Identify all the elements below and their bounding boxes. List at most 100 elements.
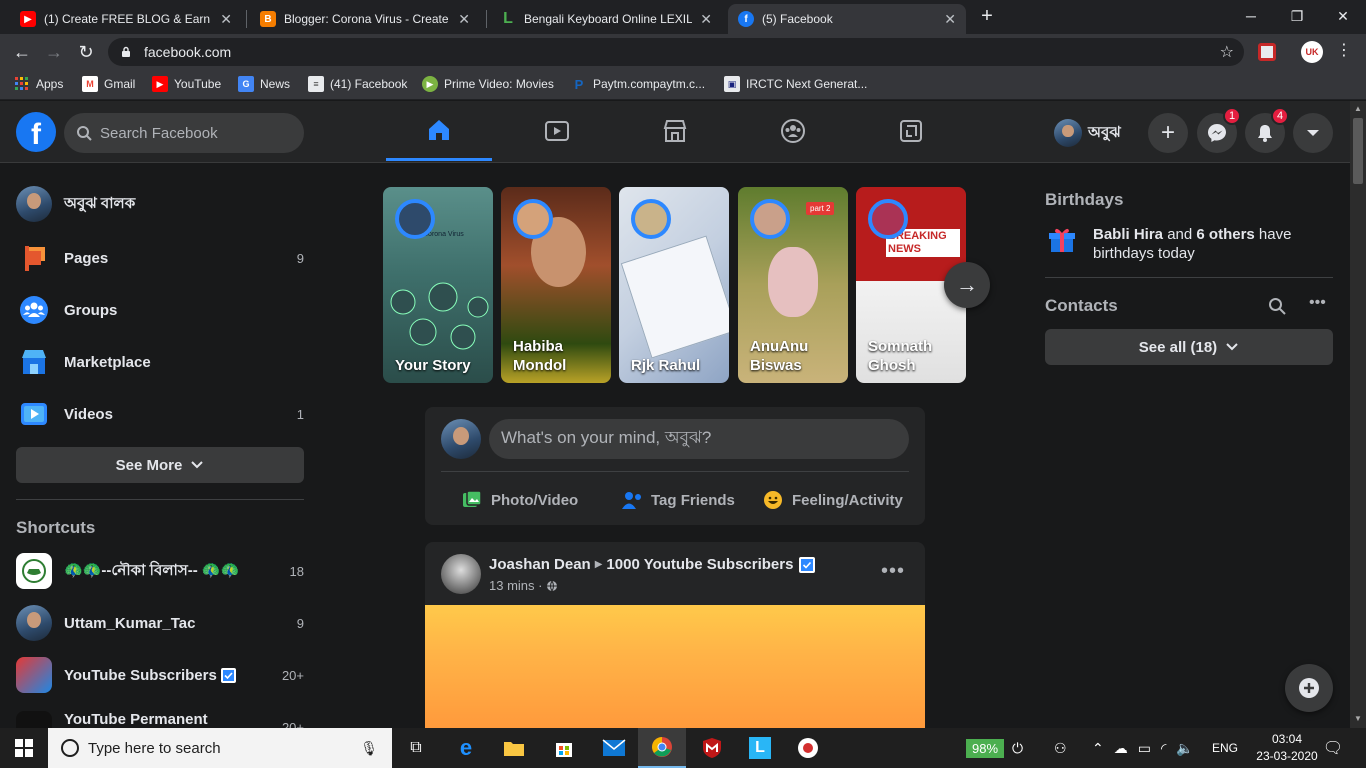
sidebar-item-videos[interactable]: Videos 1 [16,392,306,436]
search-icon[interactable] [1268,297,1286,320]
file-explorer-icon[interactable] [490,728,538,768]
people-icon[interactable]: ⚇ [1054,728,1067,768]
bookmark-prime-video[interactable]: ▶ Prime Video: Movies [422,76,554,92]
sidebar-item-groups[interactable]: Groups [16,288,306,332]
profile-shortcut[interactable]: অবুঝ [1054,119,1121,147]
cloud-icon[interactable]: ☁ [1114,740,1128,757]
bookmark-apps[interactable]: Apps [14,76,63,92]
account-menu-button[interactable] [1293,113,1333,153]
volume-icon[interactable]: 🔈 [1176,740,1193,757]
shortcut-count: 9 [296,615,304,631]
facebook-header: f Search Facebook অবুঝ + 1 4 [0,101,1350,163]
stories-next-button[interactable]: → [944,262,990,308]
task-view-icon[interactable]: ⧉ [392,728,440,768]
post-author[interactable]: Joashan Dean [489,556,591,573]
microphone-icon[interactable]: 🎙 [360,740,378,757]
wifi-icon[interactable]: ◜ [1161,740,1166,757]
shortcut-item[interactable]: Uttam_Kumar_Tac 9 [16,601,306,645]
action-center-icon[interactable]: 🗨 [1323,728,1343,768]
language-indicator[interactable]: ENG [1212,728,1238,768]
close-tab-icon[interactable]: ✕ [220,11,232,28]
browser-tab-facebook[interactable]: f (5) Facebook ✕ [728,4,966,34]
bookmark-star-icon[interactable]: ☆ [1220,42,1234,62]
close-tab-icon[interactable]: ✕ [700,11,712,28]
new-message-button[interactable] [1285,664,1333,712]
bookmark-youtube[interactable]: ▶ YouTube [152,76,221,92]
shortcut-item[interactable]: 🦚🦚--নৌকা বিলাস-- 🦚🦚 18 [16,549,306,593]
post-group[interactable]: 1000 Youtube Subscribers [606,556,793,573]
facebook-search-input[interactable]: Search Facebook [64,113,304,153]
chrome-menu-icon[interactable]: ⋮ [1336,40,1352,60]
browser-tab-youtube[interactable]: ▶ (1) Create FREE BLOG & Earn Mo ✕ [10,4,242,34]
sidebar-item-marketplace[interactable]: Marketplace [16,340,306,384]
post-options-icon[interactable]: ••• [881,560,905,583]
feeling-activity-button[interactable]: Feeling/Activity [762,483,903,517]
store-icon[interactable] [540,728,588,768]
clock[interactable]: 03:04 23-03-2020 [1252,731,1322,765]
post-image[interactable] [425,605,925,728]
shortcut-item[interactable]: YouTube Permanent 20+ [16,705,306,728]
minimize-icon[interactable]: ─ [1228,0,1274,32]
scrollbar-thumb[interactable] [1353,118,1363,184]
create-plus-button[interactable]: + [1148,113,1188,153]
back-icon[interactable]: ← [6,34,38,70]
whats-on-your-mind-input[interactable]: What's on your mind, অবুঝ? [489,419,909,459]
nav-groups[interactable] [740,101,846,161]
see-all-contacts-button[interactable]: See all (18) [1045,329,1333,365]
bookmark-gmail[interactable]: M Gmail [82,76,135,92]
nav-watch[interactable] [504,101,610,161]
edge-icon[interactable]: e [442,728,490,768]
scroll-down-icon[interactable]: ▼ [1354,714,1362,723]
restore-icon[interactable]: ❐ [1274,0,1320,32]
new-tab-button[interactable]: + [966,0,1008,32]
profile-avatar[interactable]: UK [1301,41,1323,63]
close-tab-icon[interactable]: ✕ [458,11,470,28]
shortcut-item[interactable]: YouTube Subscribers 20+ [16,653,306,697]
page-scrollbar[interactable] [1350,101,1366,728]
shortcut-label: YouTube Permanent [64,711,208,728]
photo-video-button[interactable]: Photo/Video [461,483,578,517]
nav-gaming[interactable] [858,101,964,161]
home-icon [429,119,449,140]
notifications-button[interactable]: 4 [1245,107,1289,153]
bookmark-irctc[interactable]: ▣ IRCTC Next Generat... [724,76,867,92]
taskbar-search-input[interactable]: Type here to search 🎙 [48,728,392,768]
facebook-logo[interactable]: f [16,112,56,152]
tag-friends-button[interactable]: Tag Friends [621,483,735,517]
forward-icon[interactable]: → [38,34,70,70]
chrome-icon[interactable] [638,728,686,768]
story-card[interactable]: Habiba Mondol [501,187,611,383]
mcafee-icon[interactable] [688,728,736,768]
browser-tab-blogger[interactable]: B Blogger: Corona Virus - Create p ✕ [250,4,480,34]
chevron-up-icon[interactable]: ⌃ [1092,740,1104,757]
battery-icon[interactable]: ▭ [1138,740,1151,757]
nav-home[interactable] [386,101,492,161]
bookmark-news[interactable]: G News [238,76,290,92]
bookmark-facebook[interactable]: ≡ (41) Facebook [308,76,407,92]
sidebar-item-pages[interactable]: Pages 9 [16,236,306,280]
address-bar[interactable]: facebook.com ☆ [108,38,1244,66]
lexilogos-app-icon[interactable]: L [736,728,784,768]
bookmark-paytm[interactable]: P Paytm.compaytm.c... [571,76,705,92]
battery-indicator[interactable]: 98% ⏻ [966,728,1023,768]
story-card[interactable]: part 2 AnuAnu Biswas [738,187,848,383]
record-icon[interactable] [784,728,832,768]
birthday-notice[interactable]: Babli Hira and 6 others have birthdays t… [1093,225,1333,263]
mail-icon[interactable] [590,728,638,768]
windows-start-icon[interactable] [0,728,48,768]
sidebar-profile[interactable]: অবুঝ বালক [16,182,306,226]
story-card[interactable]: Corona Virus Your Story [383,187,493,383]
close-tab-icon[interactable]: ✕ [944,11,956,28]
nav-marketplace[interactable] [622,101,728,161]
close-window-icon[interactable]: ✕ [1320,0,1366,32]
post-time[interactable]: 13 mins · [489,578,542,593]
messenger-button[interactable]: 1 [1197,107,1241,153]
contacts-options-icon[interactable]: ••• [1309,294,1326,312]
browser-tab-lexilogos[interactable]: L Bengali Keyboard Online LEXILO ✕ [490,4,722,34]
author-avatar[interactable] [441,554,481,594]
reload-icon[interactable]: ↻ [70,34,102,70]
story-card[interactable]: Rjk Rahul [619,187,729,383]
see-more-button[interactable]: See More [16,447,304,483]
extension-icon[interactable] [1258,43,1276,61]
scroll-up-icon[interactable]: ▲ [1354,104,1362,113]
